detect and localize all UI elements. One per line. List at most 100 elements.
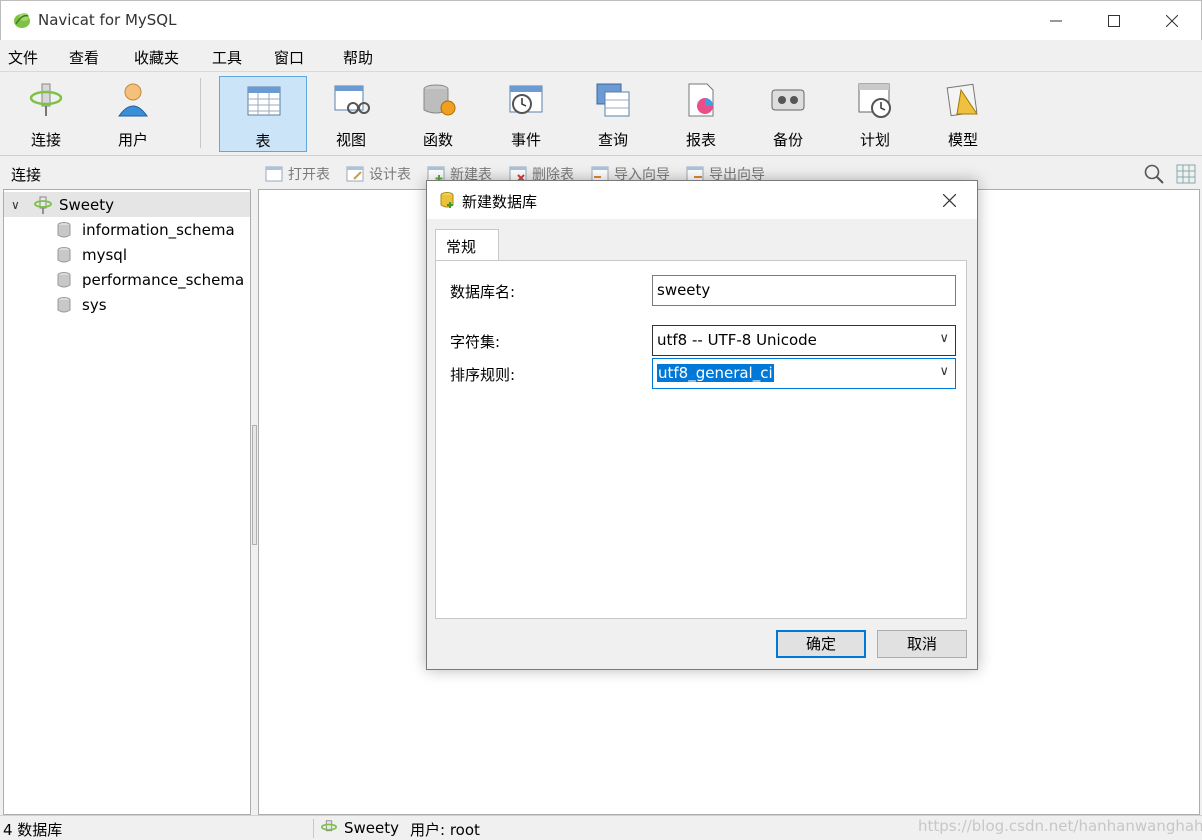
menu-help[interactable]: 帮助: [343, 47, 373, 68]
open-table-button[interactable]: 打开表: [265, 164, 330, 184]
toolbar-schedule-button[interactable]: 计划: [831, 76, 919, 152]
schedule-icon: [858, 83, 891, 118]
new-database-icon: [440, 192, 454, 208]
main-toolbar: 连接 用户 表 视图 函数 事件 查询 报表 备份 计划 模型: [0, 72, 1202, 156]
tree-database-label: information_schema: [82, 220, 235, 239]
connection-section-label: 连接: [11, 166, 42, 184]
design-table-button[interactable]: 设计表: [346, 164, 411, 184]
function-icon: [423, 84, 456, 116]
collation-label: 排序规则:: [450, 366, 516, 384]
tree-database-label: performance_schema: [82, 270, 245, 289]
menu-view[interactable]: 查看: [69, 47, 99, 68]
pane-splitter[interactable]: [251, 189, 258, 815]
database-name-value: sweety: [657, 281, 711, 299]
toolbar-query-button[interactable]: 查询: [569, 76, 657, 152]
charset-select[interactable]: utf8 -- UTF-8 Unicode ∨: [652, 325, 956, 356]
ok-button[interactable]: 确定: [776, 630, 866, 658]
toolbar-function-button[interactable]: 函数: [394, 76, 482, 152]
open-table-icon: [265, 166, 283, 182]
maximize-icon: [1108, 15, 1120, 27]
status-separator: [313, 819, 314, 838]
dialog-close-button[interactable]: [942, 188, 957, 212]
tree-database-item[interactable]: performance_schema: [4, 267, 244, 292]
report-icon: [688, 83, 714, 117]
menu-favorites[interactable]: 收藏夹: [134, 47, 179, 68]
tree-database-item[interactable]: sys: [4, 292, 107, 317]
toolbar-table-button[interactable]: 表: [219, 76, 307, 152]
toolbar-view-button[interactable]: 视图: [307, 76, 395, 152]
charset-label: 字符集:: [450, 333, 501, 351]
status-connection-label: Sweety: [344, 819, 400, 837]
toolbar-user-label: 用户: [117, 131, 148, 149]
search-icon[interactable]: [1143, 163, 1165, 185]
watermark: https://blog.csdn.net/hanhanwanghaha: [918, 817, 1202, 835]
database-icon: [57, 246, 71, 262]
charset-value: utf8 -- UTF-8 Unicode: [657, 331, 817, 349]
chevron-down-icon[interactable]: ∨: [11, 198, 25, 212]
title-bar: Navicat for MySQL: [0, 0, 1202, 40]
tree-database-label: mysql: [82, 245, 127, 264]
design-table-label: 设计表: [369, 167, 411, 183]
toolbar-connection-button[interactable]: 连接: [2, 76, 90, 152]
close-icon: [942, 193, 957, 208]
connection-tree-pane: ∨ Sweety information_schema mysql perfor…: [3, 189, 251, 815]
toolbar-connection-label: 连接: [30, 131, 61, 149]
database-name-input[interactable]: sweety: [652, 275, 956, 306]
new-database-dialog: 新建数据库 常规 数据库名: sweety 字符集: utf8 -- UTF-8…: [426, 180, 978, 670]
maximize-button[interactable]: [1085, 1, 1143, 41]
navicat-logo-icon: [14, 13, 30, 28]
dialog-title: 新建数据库: [462, 193, 538, 211]
menu-window[interactable]: 窗口: [274, 47, 304, 68]
event-icon: [509, 85, 543, 114]
tree-connection-label: Sweety: [59, 195, 115, 214]
query-icon: [596, 83, 630, 117]
database-icon: [57, 296, 71, 312]
toolbar-backup-label: 备份: [772, 131, 803, 149]
database-icon: [57, 221, 71, 237]
chevron-down-icon[interactable]: ∨: [939, 364, 949, 379]
tree-database-item[interactable]: mysql: [4, 242, 127, 267]
toolbar-report-button[interactable]: 报表: [657, 76, 745, 152]
dialog-title-bar: 新建数据库: [427, 181, 977, 219]
backup-icon: [771, 89, 805, 111]
toolbar-backup-button[interactable]: 备份: [744, 76, 832, 152]
tab-general[interactable]: 常规: [435, 229, 499, 261]
toolbar-model-button[interactable]: 模型: [919, 76, 1007, 152]
user-icon: [118, 83, 148, 117]
window-title: Navicat for MySQL: [38, 11, 177, 29]
status-user: 用户: root: [410, 821, 480, 839]
toolbar-separator: [200, 78, 201, 148]
toolbar-view-label: 视图: [335, 131, 366, 149]
chevron-down-icon[interactable]: ∨: [939, 331, 949, 346]
menu-bar: 文件 查看 收藏夹 工具 窗口 帮助: [0, 40, 1202, 72]
tree-connection-sweety[interactable]: ∨ Sweety: [4, 192, 250, 217]
menu-tools[interactable]: 工具: [212, 47, 242, 68]
close-button[interactable]: [1143, 1, 1201, 41]
close-icon: [1166, 15, 1178, 27]
toolbar-function-label: 函数: [422, 131, 453, 149]
toolbar-event-label: 事件: [510, 131, 541, 149]
collation-select[interactable]: utf8_general_ci ∨: [652, 358, 956, 389]
database-icon: [57, 271, 71, 287]
database-name-label: 数据库名:: [450, 283, 516, 301]
tree-database-item[interactable]: information_schema: [4, 217, 235, 242]
general-panel: 数据库名: sweety 字符集: utf8 -- UTF-8 Unicode …: [435, 260, 967, 619]
view-icon: [334, 85, 370, 114]
connection-icon: [320, 820, 338, 832]
status-connection: Sweety: [320, 819, 399, 837]
splitter-grip[interactable]: [252, 425, 257, 545]
cancel-button[interactable]: 取消: [877, 630, 967, 658]
toolbar-user-button[interactable]: 用户: [89, 76, 177, 152]
toolbar-event-button[interactable]: 事件: [482, 76, 570, 152]
grid-view-icon[interactable]: [1175, 163, 1197, 185]
minimize-icon: [1050, 20, 1062, 22]
status-db-count: 4 数据库: [3, 821, 63, 839]
tab-general-label: 常规: [446, 238, 477, 256]
table-icon: [247, 86, 281, 116]
status-bar: 4 数据库 Sweety 用户: root https://blog.csdn.…: [0, 815, 1202, 840]
menu-file[interactable]: 文件: [8, 47, 38, 68]
minimize-button[interactable]: [1027, 1, 1085, 41]
collation-value: utf8_general_ci: [657, 364, 774, 382]
toolbar-schedule-label: 计划: [859, 131, 890, 149]
model-icon: [946, 83, 978, 117]
